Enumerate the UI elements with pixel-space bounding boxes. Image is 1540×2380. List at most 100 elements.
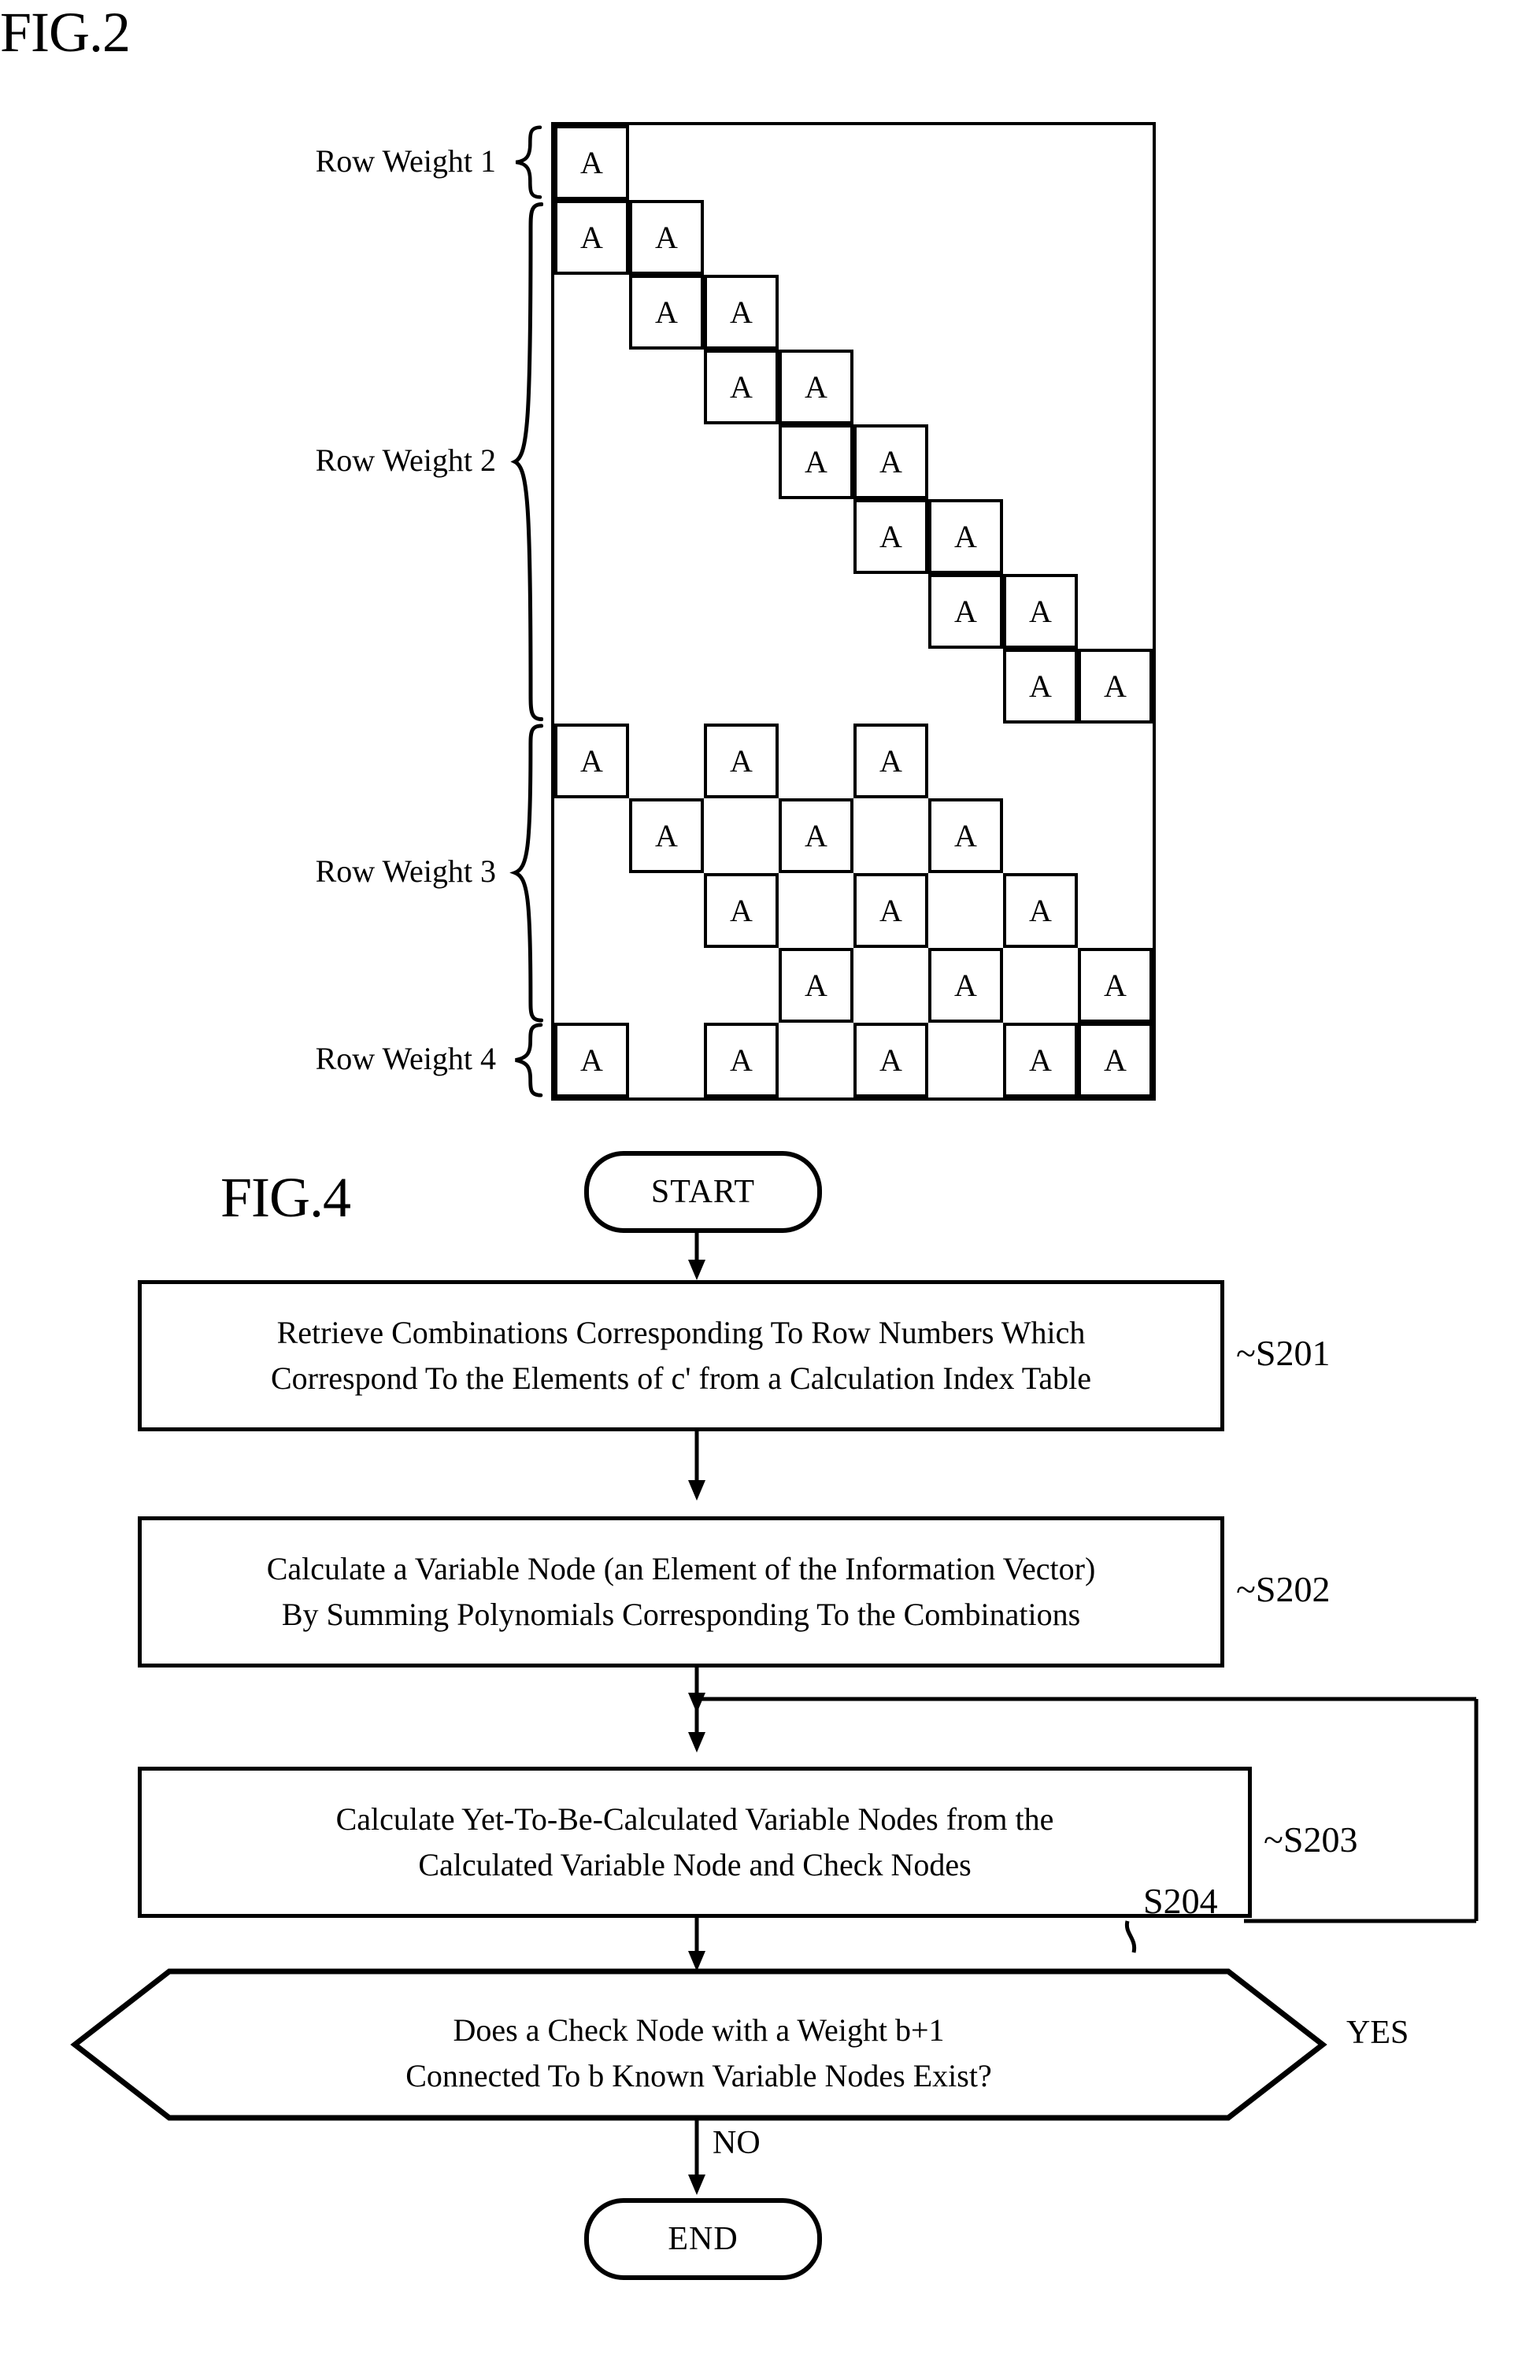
matrix-cell-empty bbox=[629, 350, 704, 424]
matrix-cell-empty bbox=[779, 275, 853, 350]
matrix-cell-empty bbox=[928, 350, 1003, 424]
matrix-row: AAAAA bbox=[554, 1023, 1153, 1097]
matrix-cell-empty bbox=[928, 873, 1003, 948]
matrix-cell-filled: A bbox=[779, 350, 853, 424]
end-terminator[interactable]: END bbox=[584, 2198, 822, 2280]
matrix-cell-empty bbox=[554, 275, 629, 350]
matrix-cell-empty bbox=[554, 798, 629, 873]
row-weight-2-label: Row Weight 2 bbox=[315, 442, 496, 478]
matrix-cell-empty bbox=[1078, 424, 1153, 499]
matrix-cell-empty bbox=[779, 574, 853, 649]
matrix-cell-filled: A bbox=[704, 1023, 779, 1097]
matrix-cell-filled: A bbox=[704, 275, 779, 350]
matrix-cell-empty bbox=[1078, 798, 1153, 873]
matrix-cell-empty bbox=[1078, 574, 1153, 649]
matrix-row: AA bbox=[554, 424, 1153, 499]
matrix-cell-empty bbox=[853, 125, 928, 200]
matrix-cell-empty bbox=[1003, 948, 1078, 1023]
process-box-s202[interactable]: Calculate a Variable Node (an Element of… bbox=[138, 1516, 1224, 1667]
matrix-cell-empty bbox=[629, 649, 704, 724]
matrix-row: AAA bbox=[554, 873, 1153, 948]
step-tag-s201: ~S201 bbox=[1236, 1333, 1331, 1373]
matrix-row: AA bbox=[554, 574, 1153, 649]
matrix-row: AAA bbox=[554, 724, 1153, 798]
row-weight-3-brace bbox=[507, 724, 543, 1023]
matrix-cell-empty bbox=[1003, 350, 1078, 424]
matrix-cell-empty bbox=[629, 948, 704, 1023]
matrix-cell-empty bbox=[1078, 125, 1153, 200]
process-box-s203[interactable]: Calculate Yet-To-Be-Calculated Variable … bbox=[138, 1767, 1252, 1918]
decision-box-s204[interactable]: Does a Check Node with a Weight b+1 Conn… bbox=[75, 2008, 1323, 2099]
row-weight-1-brace bbox=[507, 125, 543, 200]
matrix-cell-empty bbox=[554, 574, 629, 649]
matrix-cell-empty bbox=[629, 873, 704, 948]
matrix-cell-empty bbox=[629, 574, 704, 649]
matrix-cell-filled: A bbox=[853, 499, 928, 574]
step-tag-s202: ~S202 bbox=[1236, 1569, 1331, 1609]
flowchart: START Retrieve Combinations Correspondin… bbox=[0, 1134, 1540, 2380]
matrix-cell-empty bbox=[1003, 798, 1078, 873]
matrix-cell-empty bbox=[1078, 499, 1153, 574]
matrix-cell-empty bbox=[1078, 724, 1153, 798]
matrix-cell-empty bbox=[1078, 873, 1153, 948]
matrix-cell-filled: A bbox=[779, 424, 853, 499]
matrix-cell-filled: A bbox=[928, 574, 1003, 649]
matrix-cell-empty bbox=[928, 275, 1003, 350]
matrix-cell-empty bbox=[853, 798, 928, 873]
matrix-cell-empty bbox=[704, 649, 779, 724]
matrix-cell-filled: A bbox=[928, 499, 1003, 574]
matrix-cell-filled: A bbox=[1003, 873, 1078, 948]
start-terminator[interactable]: START bbox=[584, 1151, 822, 1233]
matrix-cell-empty bbox=[1003, 424, 1078, 499]
leader-tilde-s203: ~ bbox=[1264, 1819, 1283, 1860]
matrix-cell-empty bbox=[629, 1023, 704, 1097]
matrix-cell-filled: A bbox=[704, 350, 779, 424]
matrix-cell-filled: A bbox=[1003, 649, 1078, 724]
matrix-cell-empty bbox=[704, 948, 779, 1023]
row-weight-2-brace bbox=[507, 200, 543, 724]
matrix-cell-empty bbox=[928, 649, 1003, 724]
matrix-cell-filled: A bbox=[629, 275, 704, 350]
matrix-cell-empty bbox=[928, 424, 1003, 499]
matrix-cell-empty bbox=[853, 350, 928, 424]
matrix-cell-empty bbox=[1003, 200, 1078, 275]
matrix-cell-filled: A bbox=[629, 200, 704, 275]
matrix-cell-empty bbox=[629, 499, 704, 574]
leader-tilde-s201: ~ bbox=[1236, 1333, 1256, 1373]
matrix-cell-filled: A bbox=[1078, 1023, 1153, 1097]
yes-branch-label: YES bbox=[1346, 2015, 1409, 2051]
no-branch-label: NO bbox=[713, 2125, 761, 2161]
matrix-row: AA bbox=[554, 499, 1153, 574]
matrix-cell-empty bbox=[928, 125, 1003, 200]
s201-line-1: Retrieve Combinations Corresponding To R… bbox=[276, 1315, 1086, 1350]
parity-check-matrix: AAAAAAAAAAAAAAAAAAAAAAAAAAAAAAAA bbox=[551, 122, 1156, 1101]
matrix-cell-empty bbox=[779, 499, 853, 574]
matrix-row: AAA bbox=[554, 798, 1153, 873]
matrix-cell-empty bbox=[853, 574, 928, 649]
matrix-cell-filled: A bbox=[554, 1023, 629, 1097]
matrix-row: AA bbox=[554, 350, 1153, 424]
matrix-cell-empty bbox=[853, 275, 928, 350]
s204-line-2: Connected To b Known Variable Nodes Exis… bbox=[405, 2058, 992, 2093]
matrix-cell-empty bbox=[1003, 125, 1078, 200]
matrix-cell-empty bbox=[779, 649, 853, 724]
matrix-cell-empty bbox=[779, 724, 853, 798]
matrix-cell-empty bbox=[779, 1023, 853, 1097]
matrix-cell-filled: A bbox=[853, 873, 928, 948]
fig2-title: FIG.2 bbox=[0, 1, 131, 64]
matrix-cell-empty bbox=[853, 948, 928, 1023]
matrix-cell-empty bbox=[704, 574, 779, 649]
process-box-s201[interactable]: Retrieve Combinations Corresponding To R… bbox=[138, 1280, 1224, 1431]
matrix-cell-empty bbox=[1078, 350, 1153, 424]
leader-tilde-s202: ~ bbox=[1236, 1569, 1256, 1609]
matrix-cell-empty bbox=[704, 125, 779, 200]
matrix-cell-filled: A bbox=[1003, 574, 1078, 649]
matrix-cell-empty bbox=[704, 424, 779, 499]
matrix-cell-empty bbox=[928, 1023, 1003, 1097]
matrix-cell-filled: A bbox=[779, 948, 853, 1023]
row-weight-3-label: Row Weight 3 bbox=[315, 853, 496, 889]
s204-line-1: Does a Check Node with a Weight b+1 bbox=[453, 2012, 945, 2048]
matrix-row: A bbox=[554, 125, 1153, 200]
s203-line-1: Calculate Yet-To-Be-Calculated Variable … bbox=[335, 1801, 1054, 1837]
matrix-cell-filled: A bbox=[853, 424, 928, 499]
